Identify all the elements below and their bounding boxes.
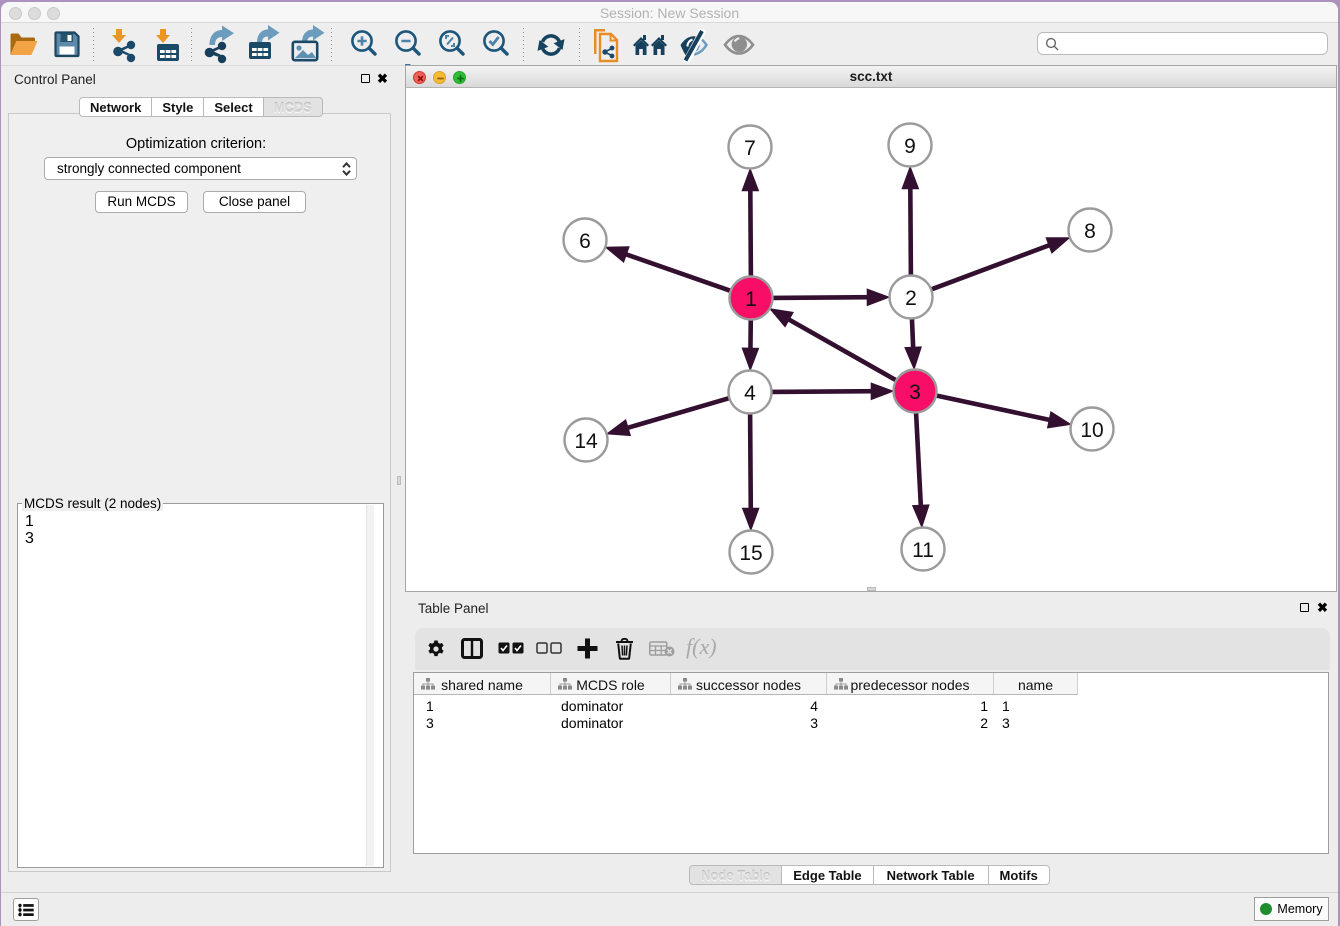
svg-text:7: 7 <box>744 137 756 160</box>
svg-text:15: 15 <box>739 542 762 565</box>
svg-text:14: 14 <box>574 430 598 453</box>
svg-text:2: 2 <box>905 287 917 310</box>
svg-text:11: 11 <box>912 539 934 562</box>
svg-text:9: 9 <box>904 135 916 158</box>
svg-text:10: 10 <box>1080 419 1103 442</box>
svg-text:4: 4 <box>744 382 756 405</box>
svg-text:6: 6 <box>579 230 591 253</box>
svg-text:8: 8 <box>1084 220 1096 243</box>
svg-text:1: 1 <box>745 288 757 311</box>
svg-text:3: 3 <box>909 381 921 404</box>
